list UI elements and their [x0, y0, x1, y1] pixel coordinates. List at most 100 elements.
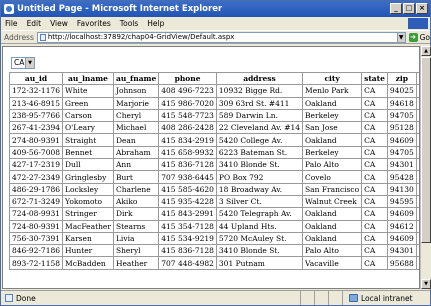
grid-header-row: au_id au_lname au_fname phone address ci…	[8, 71, 419, 86]
window-title: Untitled Page - Microsoft Internet Explo…	[17, 4, 223, 14]
table-row: 756-30-7391 Karsen Livia 415 534-9219 5720 M…	[8, 231, 419, 246]
cell-phone: 415 836-7128	[158, 158, 217, 172]
cell-state: CA	[361, 84, 388, 98]
browser-window: Untitled Page - Microsoft Internet Explo…	[0, 0, 431, 306]
grid-body: 172-32-1176 White Johnson 408 496-7223 10932…	[8, 84, 419, 270]
table-row: 893-72-1158 McBadden Heather 707 448-4982 30…	[8, 256, 419, 270]
cell-address: 5420 College Av.	[215, 133, 304, 147]
cell-au-lname: Locksley	[62, 182, 114, 196]
cell-address: 10932 Bigge Rd.	[215, 84, 304, 98]
address-label: Address	[4, 32, 34, 42]
menu-bar: File Edit View Favorites Tools Help	[1, 17, 430, 30]
column-header-au-lname: au_lname	[62, 71, 114, 86]
table-row: 486-29-1786 Locksley Charlene 415 585-4620 1…	[8, 182, 419, 196]
menu-edit[interactable]: Edit	[27, 19, 42, 28]
status-cell	[315, 291, 329, 305]
address-dropdown-button[interactable]: ▼	[397, 31, 406, 43]
page-icon	[39, 33, 46, 41]
cell-state: CA	[361, 158, 388, 172]
cell-au-fname: Michael	[112, 121, 160, 135]
state-filter-value: CA	[14, 58, 25, 67]
cell-address: 6223 Bateman St.	[215, 145, 304, 160]
column-header-au-fname: au_fname	[112, 71, 160, 86]
cell-city: Oakland	[302, 133, 363, 147]
cell-au-id: 213-46-8915	[8, 96, 64, 110]
cell-zip: 94301	[386, 244, 417, 258]
cell-address: 44 Upland Hts.	[215, 219, 304, 233]
intranet-icon	[349, 294, 358, 302]
cell-zip: 94609	[386, 207, 417, 221]
table-row: 213-46-8915 Green Marjorie 415 986-7020 309 …	[8, 96, 419, 110]
cell-state: CA	[361, 256, 388, 270]
address-input[interactable]: http://localhost:37892/chap04-GridView/D…	[36, 31, 398, 43]
cell-zip: 95128	[386, 121, 417, 135]
table-row: 846-92-7186 Hunter Sheryl 415 836-7128 3410 …	[8, 244, 419, 258]
cell-au-lname: Carson	[62, 108, 114, 123]
table-row: 172-32-1176 White Johnson 408 496-7223 10932…	[8, 84, 419, 98]
cell-city: Oakland	[302, 207, 363, 221]
cell-au-fname: Heather	[112, 256, 160, 270]
scroll-down-arrow-icon[interactable]: ▼	[421, 279, 431, 289]
cell-au-id: 672-71-3249	[8, 194, 64, 209]
cell-zip: 95428	[386, 170, 417, 184]
column-header-phone: phone	[158, 71, 217, 86]
cell-au-lname: O'Leary	[62, 121, 114, 135]
cell-au-lname: Stringer	[62, 207, 114, 221]
cell-address: 3410 Blonde St.	[215, 244, 304, 258]
window-controls: _ □ ×	[390, 3, 428, 14]
cell-au-fname: Ann	[112, 158, 160, 172]
cell-au-lname: Green	[62, 96, 114, 110]
cell-au-lname: Karsen	[62, 231, 114, 246]
cell-au-lname: McBadden	[62, 256, 114, 270]
cell-address: 18 Broadway Av.	[215, 182, 304, 196]
menu-tools[interactable]: Tools	[120, 19, 138, 28]
cell-au-fname: Dean	[112, 133, 160, 147]
address-url: http://localhost:37892/chap04-GridView/D…	[47, 32, 235, 41]
cell-au-id: 409-56-7008	[8, 145, 64, 160]
menu-view[interactable]: View	[50, 19, 68, 28]
scroll-up-arrow-icon[interactable]: ▲	[421, 46, 431, 56]
cell-au-fname: Charlene	[112, 182, 160, 196]
scroll-thumb[interactable]	[421, 57, 431, 243]
cell-phone: 415 834-2919	[158, 133, 217, 147]
cell-state: CA	[361, 231, 388, 246]
menu-file[interactable]: File	[5, 19, 18, 28]
status-text: Done	[16, 293, 36, 303]
cell-au-lname: Dull	[62, 158, 114, 172]
cell-zip: 94301	[386, 158, 417, 172]
cell-city: Berkeley	[302, 108, 363, 123]
cell-city: Oakland	[302, 96, 363, 110]
cell-zip: 94612	[386, 219, 417, 233]
cell-au-fname: Johnson	[112, 84, 160, 98]
cell-au-id: 472-27-2349	[8, 170, 64, 184]
table-row: 274-80-9391 Straight Dean 415 834-2919 5420 …	[8, 133, 419, 147]
cell-zip: 94609	[386, 231, 417, 246]
chevron-down-icon: ▼	[25, 58, 34, 68]
cell-au-lname: Yokomoto	[62, 194, 114, 209]
cell-au-fname: Abraham	[112, 145, 160, 160]
column-header-city: city	[302, 71, 363, 86]
cell-city: Menlo Park	[302, 84, 363, 98]
cell-phone: 415 986-7020	[158, 96, 217, 110]
cell-au-id: 172-32-1176	[8, 84, 64, 98]
maximize-button[interactable]: □	[403, 3, 415, 14]
menu-help[interactable]: Help	[147, 19, 164, 28]
status-cell	[329, 291, 343, 305]
cell-au-id: 427-17-2319	[8, 158, 64, 172]
cell-address: 3 Silver Ct.	[215, 194, 304, 209]
minimize-button[interactable]: _	[390, 3, 402, 14]
close-button[interactable]: ×	[416, 3, 428, 14]
menu-favorites[interactable]: Favorites	[77, 19, 111, 28]
page-icon	[5, 294, 13, 302]
cell-phone: 415 585-4620	[158, 182, 217, 196]
cell-au-lname: Gringlesby	[62, 170, 114, 184]
cell-state: CA	[361, 145, 388, 160]
go-button[interactable]: ➜ Go	[408, 32, 430, 42]
state-filter-select[interactable]: CA ▼	[11, 57, 35, 69]
vertical-scrollbar[interactable]: ▲ ▼	[420, 46, 431, 289]
cell-phone: 707 448-4982	[158, 256, 217, 270]
status-left: Done	[1, 291, 301, 305]
cell-au-fname: Sheryl	[112, 244, 160, 258]
cell-city: Oakland	[302, 231, 363, 246]
cell-au-fname: Burt	[112, 170, 160, 184]
